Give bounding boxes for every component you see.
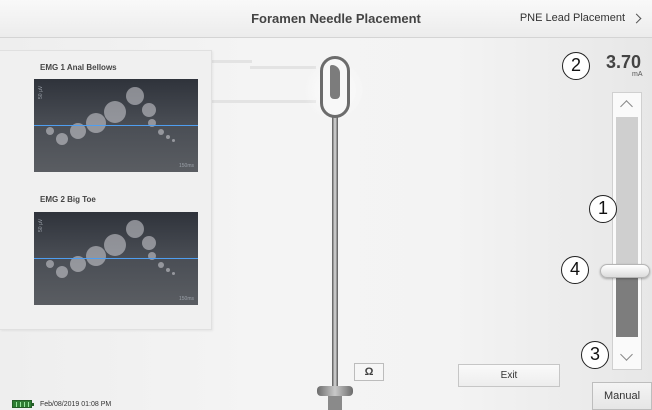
connector-line — [212, 100, 316, 103]
chevron-right-icon — [631, 13, 642, 23]
needle-hub — [317, 386, 353, 396]
increase-button[interactable] — [613, 93, 641, 115]
amplitude-unit: mA — [632, 71, 643, 78]
scope-bubble — [86, 113, 106, 133]
exit-button[interactable]: Exit — [458, 364, 560, 387]
scope-bubble — [142, 103, 156, 117]
scope-bubble — [172, 272, 175, 275]
scope-bubble — [126, 87, 144, 105]
emg-2-scope: 50 µV 150ms — [34, 212, 198, 305]
scope-bubble — [46, 260, 54, 268]
impedance-button[interactable]: Ω — [354, 363, 384, 381]
scope-bubble — [126, 220, 144, 238]
callout-3: 3 — [581, 341, 609, 369]
connector-line — [212, 60, 252, 63]
slider-track[interactable] — [616, 117, 638, 337]
emg-panel: EMG 1 Anal Bellows 50 µV 150ms EMG 2 Big… — [0, 50, 212, 330]
needle-base — [328, 396, 342, 410]
callout-2: 2 — [562, 52, 590, 80]
needle-shaft — [332, 110, 338, 386]
emg-2-scale: 50 µV — [38, 218, 44, 232]
manual-button[interactable]: Manual — [592, 382, 652, 410]
scope-bubble — [86, 246, 106, 266]
emg-2-label: EMG 2 Big Toe — [40, 195, 96, 204]
scope-bubble — [166, 135, 170, 139]
scope-bubble — [104, 234, 126, 256]
amplitude-slider[interactable] — [612, 92, 642, 370]
status-bar: Feb/08/2019 01:08 PM — [12, 400, 111, 408]
emg-1-scope: 50 µV 150ms — [34, 79, 198, 172]
scope-bubble — [158, 129, 164, 135]
slider-thumb[interactable] — [600, 264, 650, 278]
emg-1-timescale: 150ms — [178, 163, 194, 169]
scope-bubble — [158, 262, 164, 268]
scope-bubble — [104, 101, 126, 123]
decrease-button[interactable] — [613, 347, 641, 369]
scope-bubble — [172, 139, 175, 142]
slider-fill — [616, 271, 638, 337]
scope-bubble — [166, 268, 170, 272]
datetime: Feb/08/2019 01:08 PM — [40, 400, 112, 408]
scope-bubble — [56, 266, 68, 278]
emg-1-baseline — [34, 125, 198, 126]
header: Foramen Needle Placement PNE Lead Placem… — [0, 0, 652, 38]
emg-1-label: EMG 1 Anal Bellows — [40, 63, 117, 72]
emg-2-baseline — [34, 258, 198, 259]
chevron-up-icon — [620, 100, 633, 113]
emg-2-timescale: 150ms — [178, 296, 194, 302]
amplitude-value: 3.70 — [606, 52, 642, 72]
next-step-label: PNE Lead Placement — [519, 12, 625, 24]
battery-icon — [12, 400, 34, 408]
emg-1-scale: 50 µV — [38, 85, 44, 99]
scope-bubble — [142, 236, 156, 250]
scope-bubble — [46, 127, 54, 135]
needle-electrode — [330, 65, 340, 99]
needle-tip-icon — [320, 56, 350, 118]
connector-line — [250, 66, 316, 69]
chevron-down-icon — [620, 348, 633, 361]
scope-bubble — [56, 133, 68, 145]
callout-4: 4 — [561, 256, 589, 284]
next-step-button[interactable]: PNE Lead Placement — [519, 12, 642, 24]
callout-1: 1 — [589, 195, 617, 223]
